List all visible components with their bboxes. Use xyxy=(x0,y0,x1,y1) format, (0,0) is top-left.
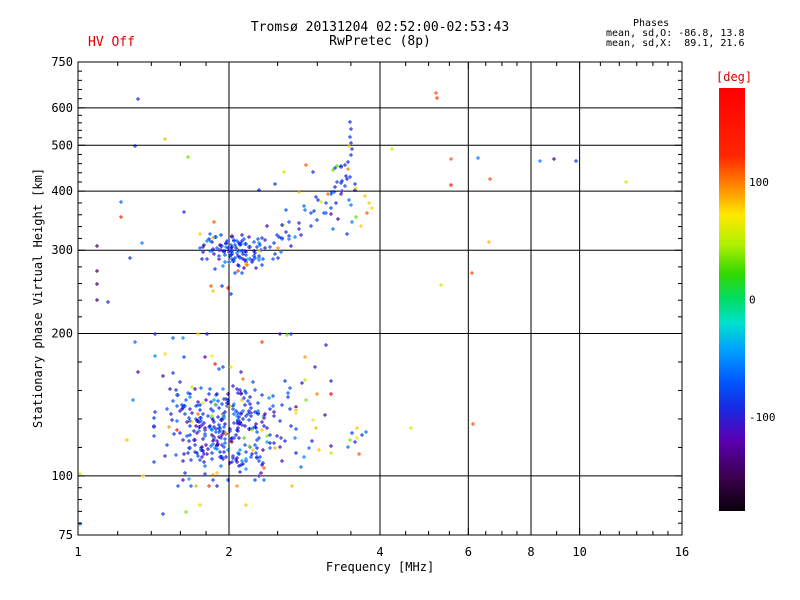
svg-text:500: 500 xyxy=(51,138,73,152)
ionogram-screen: 1 2 4 6 8 10 16 75 100 200 300 400 500 600 750 100 0 -100… xyxy=(0,0,800,600)
ionogram-plot-canvas: 1 2 4 6 8 10 16 75 100 200 300 400 500 600 750 100 0 -100 xyxy=(51,55,776,559)
svg-text:400: 400 xyxy=(51,184,73,198)
svg-text:750: 750 xyxy=(51,55,73,69)
svg-text:16: 16 xyxy=(675,545,689,559)
phases-mean-sd-x: mean, sd,X: 89.1, 21.6 xyxy=(606,38,745,49)
svg-text:2: 2 xyxy=(225,545,232,559)
svg-text:200: 200 xyxy=(51,327,73,341)
svg-text:-100: -100 xyxy=(749,411,776,424)
svg-text:10: 10 xyxy=(572,545,586,559)
svg-text:1: 1 xyxy=(74,545,81,559)
colorbar-unit-label: [deg] xyxy=(716,70,753,84)
svg-text:100: 100 xyxy=(51,469,73,483)
svg-text:8: 8 xyxy=(527,545,534,559)
svg-text:6: 6 xyxy=(465,545,472,559)
svg-text:0: 0 xyxy=(749,294,756,307)
y-axis-label: Stationary phase Virtual Height [km] xyxy=(31,167,45,429)
svg-text:600: 600 xyxy=(51,101,73,115)
plot-title: Tromsø 20131204 02:52:00-02:53:43 xyxy=(250,20,510,35)
svg-text:300: 300 xyxy=(51,243,73,257)
svg-text:75: 75 xyxy=(59,528,73,542)
plot-subtitle: RwPretec (8p) xyxy=(329,34,431,49)
svg-text:4: 4 xyxy=(376,545,383,559)
x-axis-label: Frequency [MHz] xyxy=(325,560,435,574)
svg-text:100: 100 xyxy=(749,176,769,189)
